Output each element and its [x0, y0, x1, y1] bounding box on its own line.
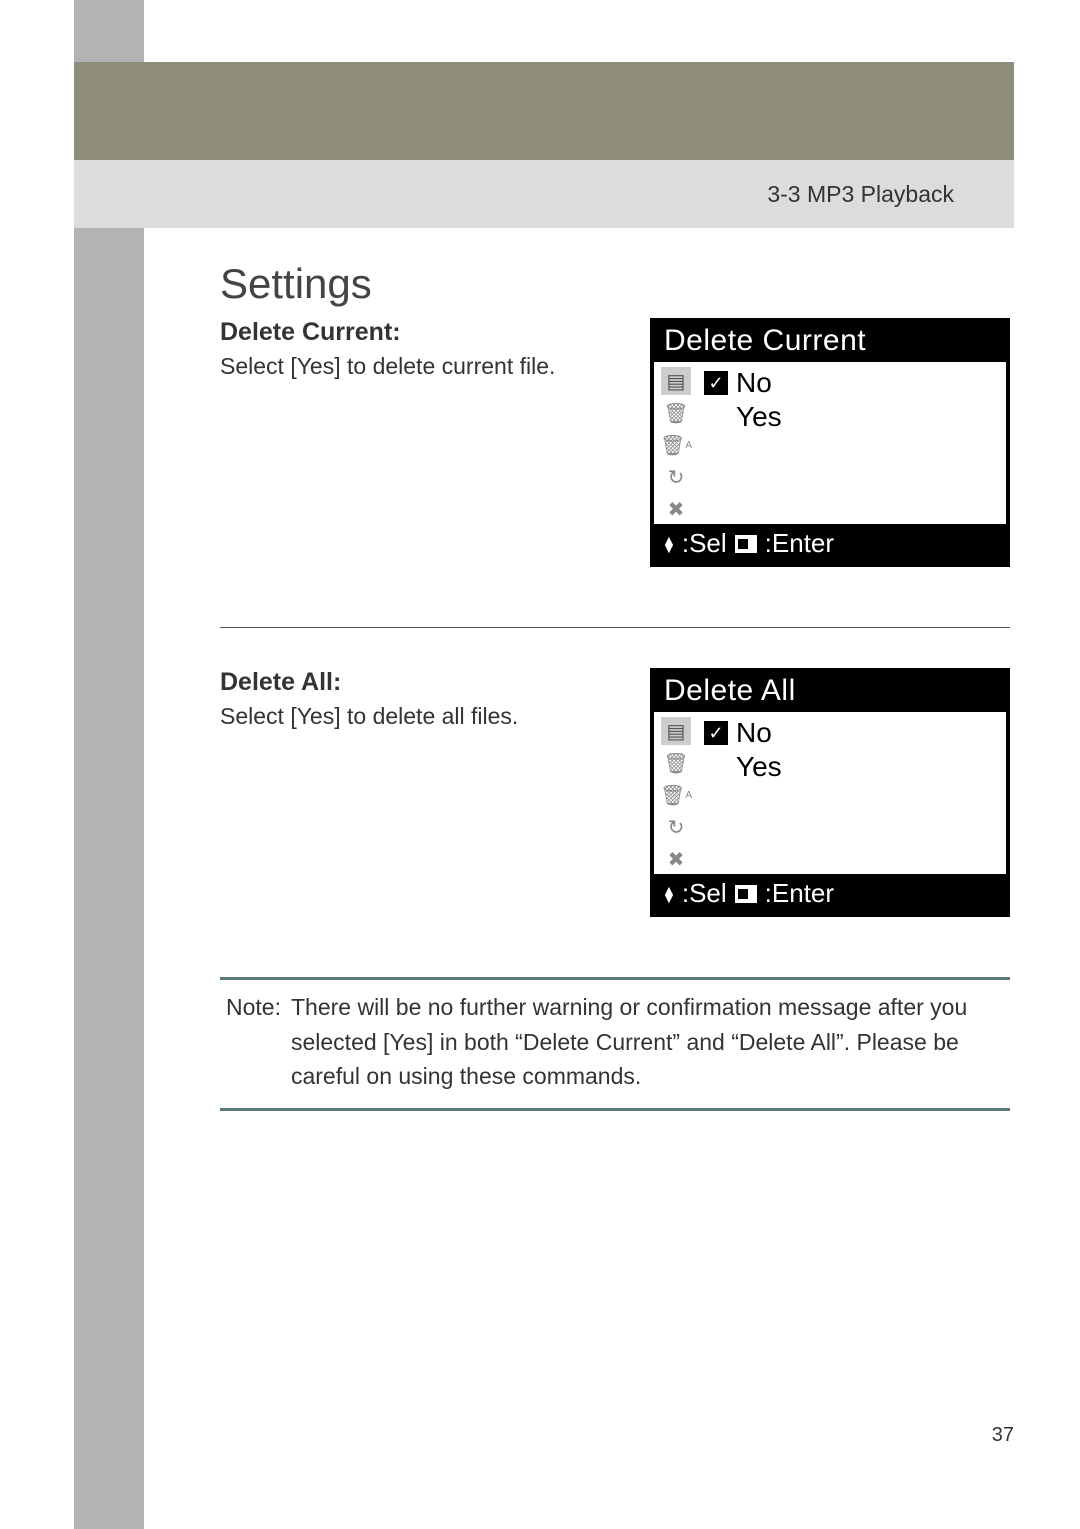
check-icon: ✓ — [704, 371, 728, 395]
lcd-footer: ▲▼ :Sel :Enter — [654, 524, 1006, 563]
trash-all-icon: 🗑A — [660, 780, 692, 810]
delete-current-body: Select [Yes] to delete current file. — [220, 353, 620, 380]
note-label: Note: — [226, 990, 281, 1094]
option-yes-label: Yes — [736, 401, 782, 433]
list-icon: ▤ — [660, 366, 692, 396]
delete-current-heading: Delete Current: — [220, 318, 620, 347]
section-header-bar: 3-3 MP3 Playback — [74, 160, 1014, 228]
repeat-icon: ↻ — [660, 462, 692, 492]
trash-all-icon: 🗑A — [660, 430, 692, 460]
enter-icon — [735, 885, 757, 903]
footer-enter-label: :Enter — [765, 528, 834, 559]
trash-icon: 🗑 — [660, 398, 692, 428]
list-icon: ▤ — [660, 716, 692, 746]
updown-icon: ▲▼ — [662, 886, 676, 902]
lcd-side-icons: ▤ 🗑 🗑A ↻ ✖ — [654, 362, 698, 524]
page-title: Settings — [220, 260, 1010, 308]
delete-all-body: Select [Yes] to delete all files. — [220, 703, 620, 730]
footer-sel-label: :Sel — [682, 528, 727, 559]
lcd-body: ▤ 🗑 🗑A ↻ ✖ ✓ No Yes — [654, 362, 1006, 524]
page-content: Settings Delete Current: Select [Yes] to… — [220, 260, 1010, 1111]
enter-icon — [735, 535, 757, 553]
repeat-icon: ↻ — [660, 812, 692, 842]
lcd-options: ✓ No Yes — [698, 362, 1006, 524]
footer-enter-label: :Enter — [765, 878, 834, 909]
delete-current-text: Delete Current: Select [Yes] to delete c… — [220, 318, 620, 380]
option-yes-row: Yes — [704, 750, 1006, 784]
check-icon: ✓ — [704, 721, 728, 745]
top-color-band — [74, 62, 1014, 160]
note-block: Note: There will be no further warning o… — [220, 977, 1010, 1111]
note-text: There will be no further warning or conf… — [291, 990, 1004, 1094]
lcd-title: Delete All — [654, 672, 1006, 712]
footer-sel-label: :Sel — [682, 878, 727, 909]
lcd-footer: ▲▼ :Sel :Enter — [654, 874, 1006, 913]
option-yes-label: Yes — [736, 751, 782, 783]
option-no-label: No — [736, 367, 772, 399]
section-header-text: 3-3 MP3 Playback — [767, 181, 954, 208]
delete-all-heading: Delete All: — [220, 668, 620, 697]
lcd-options: ✓ No Yes — [698, 712, 1006, 874]
lcd-delete-all: Delete All ▤ 🗑 🗑A ↻ ✖ ✓ No Yes — [650, 668, 1010, 917]
option-no-row: ✓ No — [704, 716, 1006, 750]
page-number: 37 — [992, 1424, 1014, 1447]
option-no-label: No — [736, 717, 772, 749]
updown-icon: ▲▼ — [662, 536, 676, 552]
left-margin-stripe — [74, 0, 144, 1529]
delete-current-row: Delete Current: Select [Yes] to delete c… — [220, 318, 1010, 567]
option-no-row: ✓ No — [704, 366, 1006, 400]
close-icon: ✖ — [660, 494, 692, 524]
lcd-body: ▤ 🗑 🗑A ↻ ✖ ✓ No Yes — [654, 712, 1006, 874]
lcd-side-icons: ▤ 🗑 🗑A ↻ ✖ — [654, 712, 698, 874]
trash-icon: 🗑 — [660, 748, 692, 778]
option-yes-row: Yes — [704, 400, 1006, 434]
divider — [220, 627, 1010, 628]
delete-all-row: Delete All: Select [Yes] to delete all f… — [220, 668, 1010, 917]
lcd-delete-current: Delete Current ▤ 🗑 🗑A ↻ ✖ ✓ No Y — [650, 318, 1010, 567]
delete-all-text: Delete All: Select [Yes] to delete all f… — [220, 668, 620, 730]
lcd-title: Delete Current — [654, 322, 1006, 362]
close-icon: ✖ — [660, 844, 692, 874]
